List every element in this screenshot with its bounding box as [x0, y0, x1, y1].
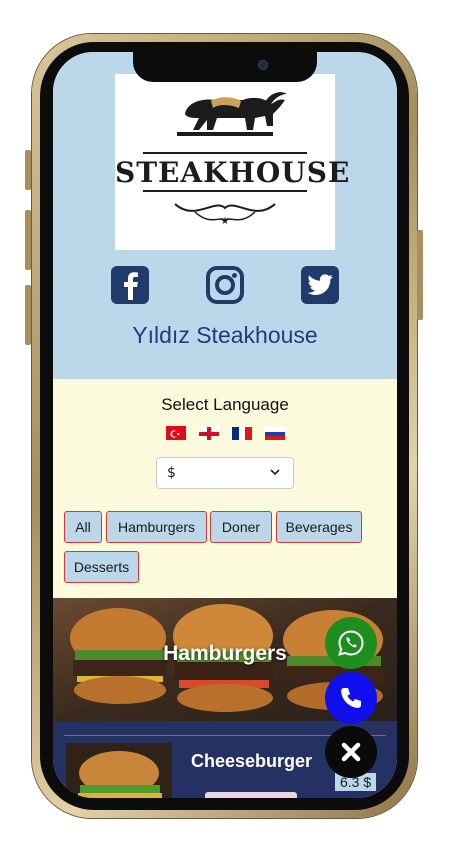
options-section: Select Language $ All Hamburgers Doner B… [53, 379, 397, 598]
facebook-link[interactable] [111, 266, 149, 304]
front-camera [258, 60, 268, 70]
close-icon [341, 742, 361, 762]
whatsapp-button[interactable] [325, 617, 377, 669]
category-desserts[interactable]: Desserts [64, 551, 139, 583]
category-hamburgers[interactable]: Hamburgers [106, 511, 207, 543]
twitter-icon [307, 274, 333, 295]
product-image [66, 743, 172, 798]
bull-logo-icon [177, 92, 287, 136]
logo-rule-top [143, 152, 307, 154]
instagram-link[interactable] [206, 266, 244, 304]
restaurant-name: Yıldız Steakhouse [132, 322, 318, 348]
instagram-icon [206, 266, 244, 304]
turkey-flag-icon [170, 430, 180, 438]
flag-turkey[interactable] [166, 426, 186, 440]
whatsapp-icon [338, 630, 364, 656]
logo-text: STEAKHOUSE [115, 156, 351, 189]
england-flag-icon [199, 427, 219, 440]
logo: STEAKHOUSE ★ [115, 74, 351, 250]
twitter-link[interactable] [301, 266, 339, 304]
facebook-icon [124, 272, 138, 300]
flag-france[interactable] [232, 426, 252, 440]
flag-england[interactable] [199, 426, 219, 440]
france-flag-icon [232, 427, 252, 440]
category-doner[interactable]: Doner [210, 511, 272, 543]
phone-notch [133, 52, 317, 82]
product-name: Cheeseburger [191, 751, 313, 771]
language-label: Select Language [161, 395, 289, 414]
close-fab-button[interactable] [325, 726, 377, 778]
call-button[interactable] [325, 672, 377, 724]
header: STEAKHOUSE ★ Yıldız Steakhouse [53, 52, 397, 379]
currency-value: $ [167, 465, 176, 481]
category-beverages[interactable]: Beverages [276, 511, 362, 543]
chevron-down-icon [270, 469, 280, 476]
flag-russia[interactable] [265, 426, 285, 440]
mute-switch [25, 150, 31, 190]
add-to-cart-button[interactable] [205, 792, 297, 798]
russia-flag-icon [265, 427, 285, 440]
volume-up-button [25, 210, 31, 270]
phone-icon [341, 688, 361, 708]
logo-ornament-icon: ★ [174, 203, 276, 227]
svg-text:★: ★ [221, 216, 230, 227]
power-button [417, 230, 423, 320]
volume-down-button [25, 285, 31, 345]
currency-select[interactable]: $ [156, 457, 294, 489]
cheeseburger-image [66, 743, 172, 798]
category-all[interactable]: All [64, 511, 102, 543]
